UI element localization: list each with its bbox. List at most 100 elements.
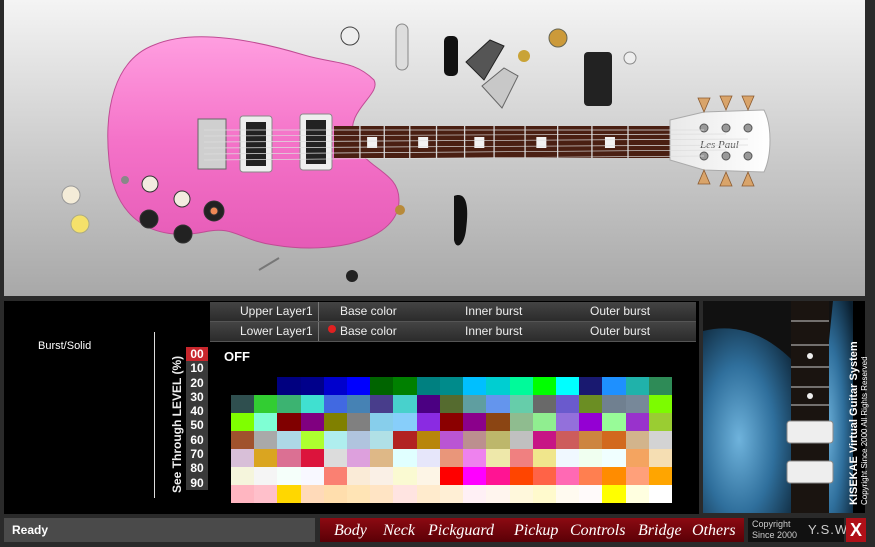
color-swatch[interactable] <box>393 395 417 413</box>
color-swatch[interactable] <box>277 413 301 431</box>
menu-pickup[interactable]: Pickup <box>514 522 558 540</box>
color-swatch[interactable] <box>231 431 255 449</box>
color-swatch[interactable] <box>439 395 464 413</box>
color-swatch[interactable] <box>579 431 603 449</box>
color-swatch[interactable] <box>555 449 580 467</box>
color-swatch[interactable] <box>347 377 371 395</box>
color-swatch[interactable] <box>648 413 672 431</box>
color-swatch[interactable] <box>277 467 301 485</box>
color-swatch[interactable] <box>347 413 371 431</box>
color-swatch[interactable] <box>602 485 626 503</box>
level-option-80[interactable]: 80 <box>186 461 208 476</box>
color-swatch[interactable] <box>579 395 603 413</box>
color-swatch[interactable] <box>648 431 672 449</box>
color-swatch[interactable] <box>393 485 417 503</box>
color-swatch[interactable] <box>254 449 278 467</box>
color-swatch[interactable] <box>323 377 348 395</box>
color-swatch[interactable] <box>370 413 394 431</box>
color-swatch[interactable] <box>602 467 626 485</box>
color-swatch[interactable] <box>416 467 440 485</box>
color-swatch[interactable] <box>231 449 255 467</box>
color-swatch[interactable] <box>463 431 487 449</box>
color-swatch[interactable] <box>602 413 626 431</box>
color-swatch[interactable] <box>486 467 510 485</box>
color-swatch[interactable] <box>300 431 324 449</box>
color-swatch[interactable] <box>370 377 394 395</box>
color-swatch[interactable] <box>509 413 533 431</box>
color-swatch[interactable] <box>323 395 348 413</box>
upper-inner-burst-tab[interactable]: Inner burst <box>465 304 522 318</box>
color-swatch[interactable] <box>277 431 301 449</box>
color-swatch[interactable] <box>347 395 371 413</box>
color-swatch[interactable] <box>625 377 649 395</box>
color-swatch[interactable] <box>300 413 324 431</box>
color-swatch[interactable] <box>486 431 510 449</box>
color-swatch[interactable] <box>532 431 556 449</box>
color-swatch[interactable] <box>323 467 348 485</box>
level-option-00[interactable]: 00 <box>186 347 208 362</box>
color-swatch[interactable] <box>231 395 255 413</box>
color-swatch[interactable] <box>648 395 672 413</box>
color-swatch[interactable] <box>370 449 394 467</box>
color-swatch[interactable] <box>416 413 440 431</box>
color-swatch[interactable] <box>416 431 440 449</box>
color-swatch[interactable] <box>463 395 487 413</box>
color-swatch[interactable] <box>602 431 626 449</box>
color-swatch[interactable] <box>439 467 464 485</box>
color-swatch[interactable] <box>393 467 417 485</box>
color-swatch[interactable] <box>625 449 649 467</box>
menu-neck[interactable]: Neck <box>383 522 415 540</box>
color-swatch[interactable] <box>370 467 394 485</box>
color-swatch[interactable] <box>300 449 324 467</box>
color-swatch[interactable] <box>347 449 371 467</box>
color-swatch[interactable] <box>393 413 417 431</box>
level-option-20[interactable]: 20 <box>186 375 208 390</box>
color-swatch[interactable] <box>463 377 487 395</box>
color-swatch[interactable] <box>625 413 649 431</box>
color-swatch[interactable] <box>277 485 301 503</box>
color-swatch[interactable] <box>300 485 324 503</box>
color-swatch[interactable] <box>347 467 371 485</box>
color-swatch[interactable] <box>648 449 672 467</box>
lower-inner-burst-tab[interactable]: Inner burst <box>465 324 522 338</box>
color-swatch[interactable] <box>509 467 533 485</box>
color-swatch[interactable] <box>463 485 487 503</box>
color-swatch[interactable] <box>370 395 394 413</box>
color-swatch[interactable] <box>579 449 603 467</box>
color-swatch[interactable] <box>439 377 464 395</box>
color-swatch[interactable] <box>439 449 464 467</box>
menu-bridge[interactable]: Bridge <box>638 522 682 540</box>
color-swatch[interactable] <box>555 431 580 449</box>
lower-outer-burst-tab[interactable]: Outer burst <box>590 324 650 338</box>
upper-base-color-tab[interactable]: Base color <box>340 304 397 318</box>
color-swatch[interactable] <box>532 395 556 413</box>
color-swatch[interactable] <box>555 467 580 485</box>
color-swatch[interactable] <box>648 377 672 395</box>
level-option-70[interactable]: 70 <box>186 447 208 462</box>
color-swatch[interactable] <box>323 449 348 467</box>
color-swatch[interactable] <box>416 377 440 395</box>
color-swatch[interactable] <box>416 449 440 467</box>
color-swatch[interactable] <box>555 413 580 431</box>
color-swatch[interactable] <box>579 377 603 395</box>
color-swatch[interactable] <box>625 395 649 413</box>
color-swatch[interactable] <box>393 377 417 395</box>
color-swatch[interactable] <box>555 485 580 503</box>
color-swatch[interactable] <box>254 431 278 449</box>
color-swatch[interactable] <box>231 413 255 431</box>
color-swatch[interactable] <box>277 377 301 395</box>
color-swatch[interactable] <box>509 395 533 413</box>
color-swatch[interactable] <box>486 413 510 431</box>
color-swatch[interactable] <box>347 485 371 503</box>
color-swatch[interactable] <box>300 395 324 413</box>
color-swatch[interactable] <box>602 377 626 395</box>
color-swatch[interactable] <box>486 449 510 467</box>
color-swatch[interactable] <box>648 485 672 503</box>
color-swatch[interactable] <box>393 449 417 467</box>
color-swatch[interactable] <box>463 449 487 467</box>
color-swatch[interactable] <box>323 431 348 449</box>
color-swatch[interactable] <box>625 431 649 449</box>
upper-outer-burst-tab[interactable]: Outer burst <box>590 304 650 318</box>
lower-base-color-tab[interactable]: Base color <box>340 324 397 338</box>
color-swatch[interactable] <box>555 395 580 413</box>
